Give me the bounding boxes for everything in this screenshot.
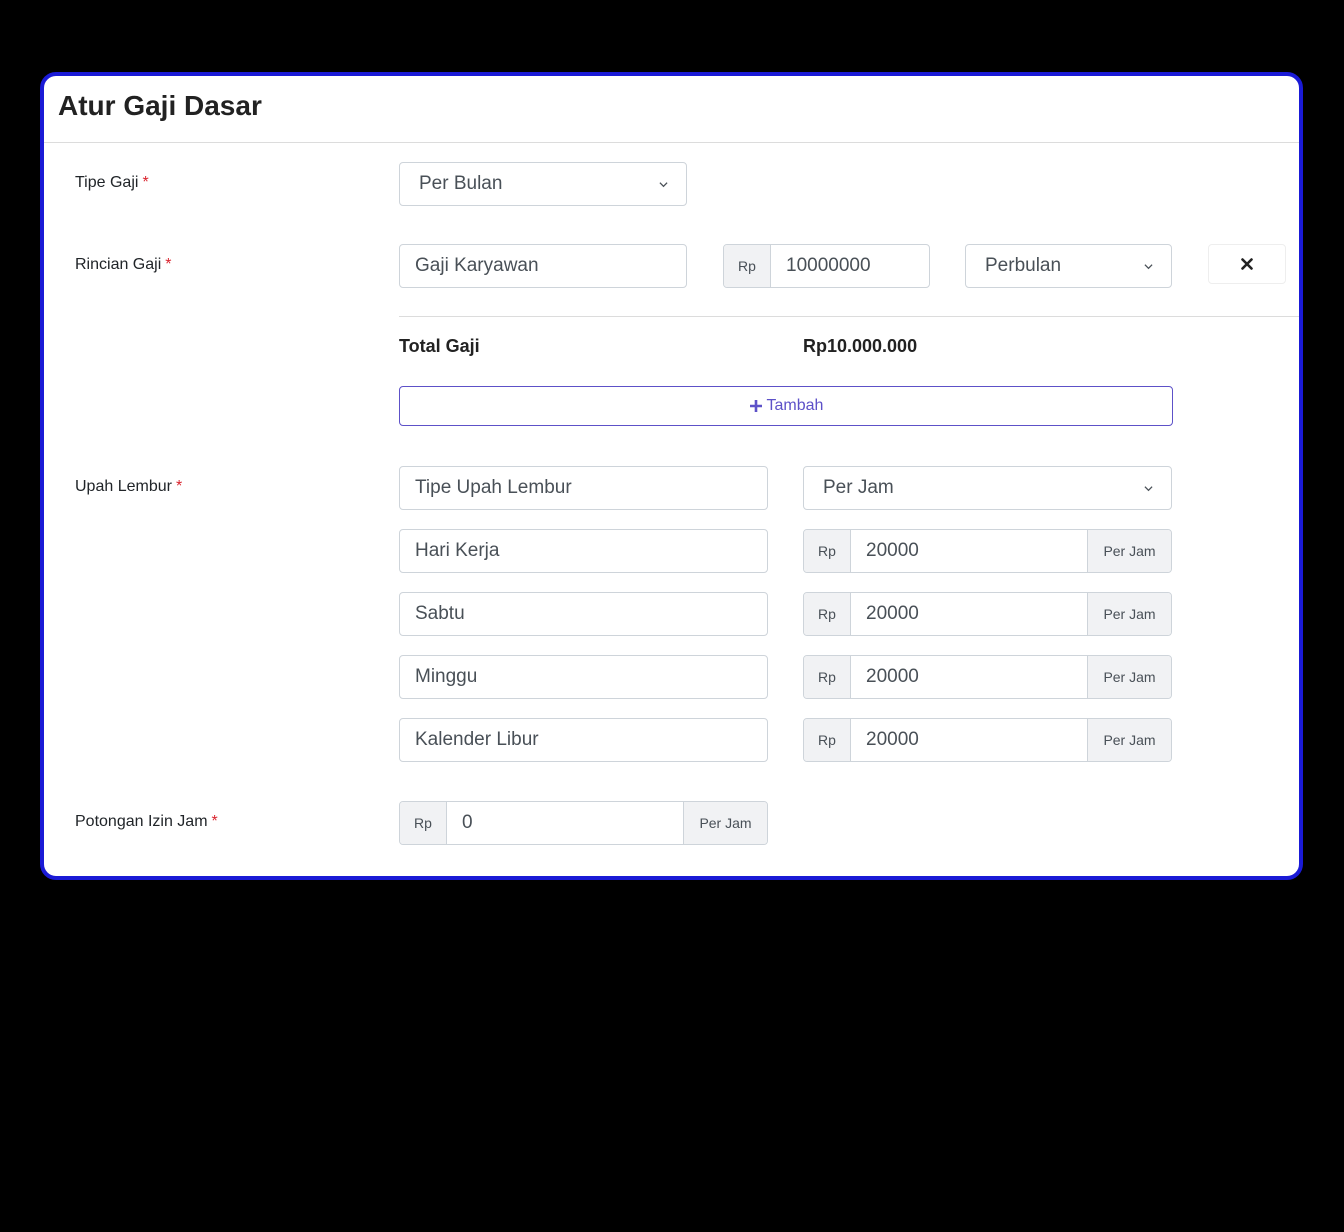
tipe-gaji-select[interactable]: Per Bulan — [399, 162, 687, 206]
remove-salary-component-button[interactable] — [1208, 244, 1286, 284]
upah-lembur-label: Upah Lembur * — [75, 478, 183, 495]
salary-period-select[interactable]: Perbulan — [965, 244, 1172, 288]
unit-suffix: Per Jam — [1087, 530, 1171, 572]
overtime-rate-input-group[interactable]: Rp 20000 Per Jam — [803, 718, 1172, 762]
required-marker: * — [175, 478, 183, 495]
potongan-izin-jam-label: Potongan Izin Jam * — [75, 813, 218, 830]
unit-suffix: Per Jam — [1087, 656, 1171, 698]
overtime-type-select[interactable]: Per Jam — [803, 466, 1172, 510]
salary-amount-input[interactable]: 10000000 — [771, 245, 929, 287]
unit-suffix: Per Jam — [1087, 719, 1171, 761]
currency-prefix: Rp — [724, 245, 771, 287]
required-marker: * — [211, 813, 218, 830]
currency-prefix: Rp — [804, 530, 851, 572]
overtime-day-input[interactable]: Minggu — [399, 655, 768, 699]
chevron-down-icon — [1144, 263, 1153, 269]
overtime-day-input[interactable]: Kalender Libur — [399, 718, 768, 762]
leave-deduction-input-group[interactable]: Rp 0 Per Jam — [399, 801, 768, 845]
overtime-rate-input[interactable]: 20000 — [851, 719, 1087, 761]
header-divider — [44, 142, 1299, 143]
overtime-rate-input[interactable]: 20000 — [851, 656, 1087, 698]
currency-prefix: Rp — [804, 719, 851, 761]
overtime-rate-input[interactable]: 20000 — [851, 593, 1087, 635]
overtime-type-name-input[interactable]: Tipe Upah Lembur — [399, 466, 768, 510]
chevron-down-icon — [659, 181, 668, 187]
chevron-down-icon — [1144, 485, 1153, 491]
close-icon — [1241, 258, 1253, 270]
overtime-rate-input-group[interactable]: Rp 20000 Per Jam — [803, 529, 1172, 573]
overtime-day-input[interactable]: Sabtu — [399, 592, 768, 636]
plus-icon — [749, 400, 762, 412]
currency-prefix: Rp — [804, 656, 851, 698]
overtime-rate-input[interactable]: 20000 — [851, 530, 1087, 572]
required-marker: * — [142, 174, 149, 191]
add-salary-component-button[interactable]: Tambah — [399, 386, 1173, 426]
overtime-day-input[interactable]: Hari Kerja — [399, 529, 768, 573]
rincian-gaji-label: Rincian Gaji * — [75, 256, 172, 273]
tipe-gaji-label: Tipe Gaji * — [75, 174, 149, 191]
total-gaji-value: Rp10.000.000 — [803, 336, 918, 356]
overtime-rate-input-group[interactable]: Rp 20000 Per Jam — [803, 655, 1172, 699]
salary-divider — [399, 316, 1299, 317]
overtime-rate-input-group[interactable]: Rp 20000 Per Jam — [803, 592, 1172, 636]
currency-prefix: Rp — [804, 593, 851, 635]
page-title: Atur Gaji Dasar — [58, 90, 262, 121]
currency-prefix: Rp — [400, 802, 447, 844]
required-marker: * — [165, 256, 172, 273]
total-gaji-label: Total Gaji — [399, 336, 480, 356]
unit-suffix: Per Jam — [683, 802, 767, 844]
unit-suffix: Per Jam — [1087, 593, 1171, 635]
salary-settings-card: Atur Gaji Dasar Tipe Gaji * Per Bulan Rin… — [40, 72, 1303, 880]
salary-amount-input-group[interactable]: Rp 10000000 — [723, 244, 930, 288]
leave-deduction-input[interactable]: 0 — [447, 802, 683, 844]
salary-component-name-input[interactable]: Gaji Karyawan — [399, 244, 687, 288]
